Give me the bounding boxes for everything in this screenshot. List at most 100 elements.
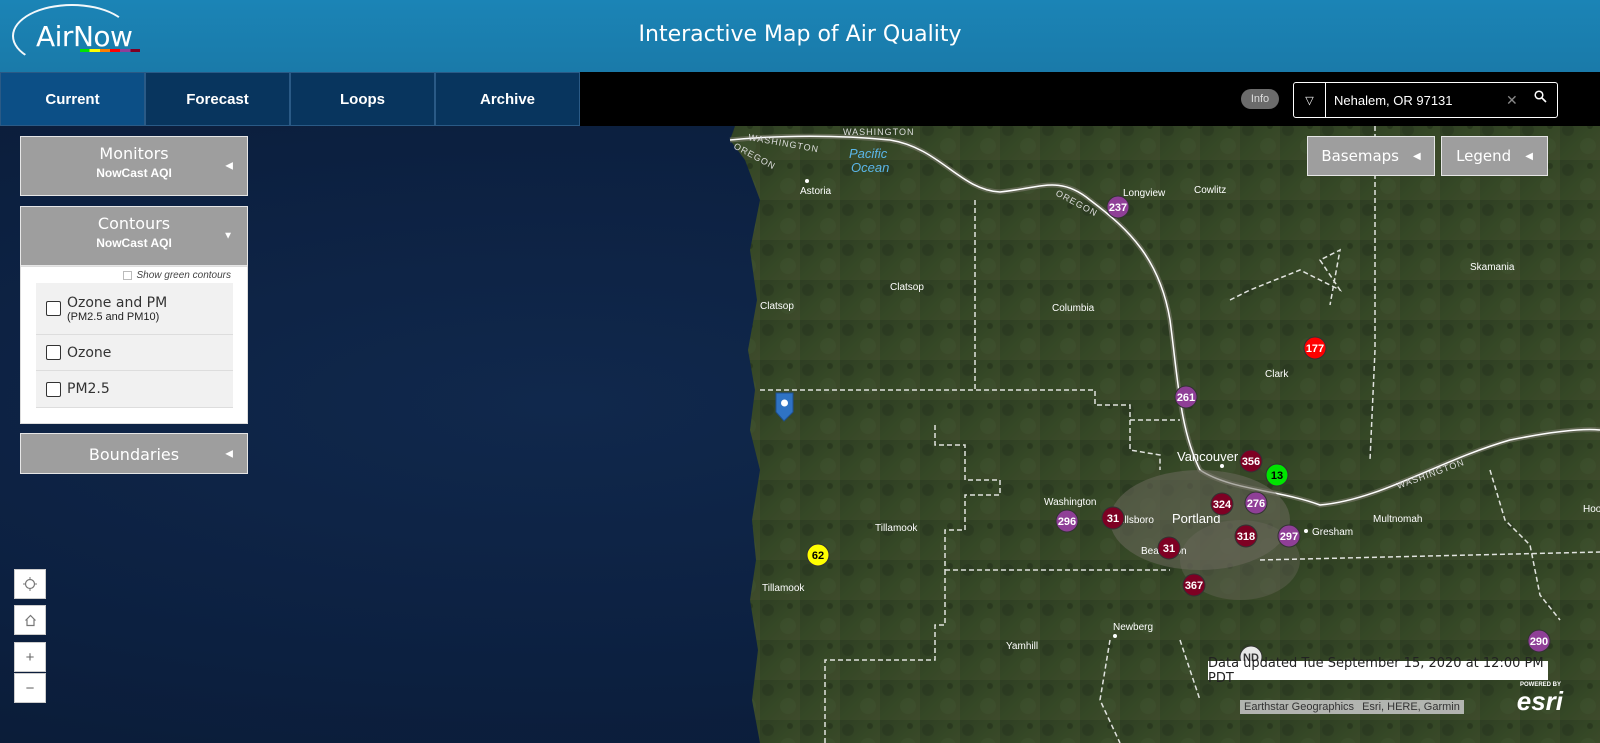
collapse-left-icon: ◀ [1525, 150, 1533, 162]
label-vancouver: Vancouver [1177, 449, 1239, 464]
ozone-checkbox[interactable] [46, 345, 61, 360]
search-dropdown-button[interactable]: ▽ [1294, 83, 1326, 117]
svg-text:367: 367 [1185, 580, 1203, 592]
tab-current[interactable]: Current [0, 72, 145, 126]
crosshair-icon [23, 577, 37, 591]
home-button[interactable] [14, 605, 46, 635]
collapse-left-icon: ◀ [225, 160, 233, 172]
legend-button[interactable]: Legend ◀ [1441, 136, 1548, 176]
show-green-contours-option[interactable]: Show green contours [123, 270, 231, 281]
monitor-marker[interactable]: 237 [1106, 195, 1130, 219]
monitor-marker[interactable]: 62 [806, 543, 830, 567]
svg-text:324: 324 [1213, 499, 1232, 511]
label-multnomah: Multnomah [1373, 514, 1422, 525]
search-input[interactable] [1334, 90, 1504, 110]
monitor-marker[interactable]: 31 [1101, 506, 1125, 530]
monitors-subtitle: NowCast AQI [96, 166, 172, 180]
label-yamhill: Yamhill [1006, 641, 1038, 652]
esri-logo[interactable]: POWERED BY esri [1503, 680, 1565, 716]
monitor-marker[interactable]: 296 [1055, 509, 1079, 533]
monitor-marker[interactable]: 318 [1234, 524, 1258, 548]
map-attribution: Earthstar Geographics Esri, HERE, Garmin [1240, 700, 1464, 714]
map-view[interactable]: WASHINGTON WASHINGTON OREGON OREGON WASH… [0, 126, 1600, 743]
contours-panel-body: Show green contours Ozone and PM (PM2.5 … [20, 266, 248, 424]
monitor-marker[interactable]: 261 [1174, 385, 1198, 409]
label-longview: Longview [1123, 188, 1166, 199]
svg-text:290: 290 [1530, 636, 1548, 648]
tab-forecast[interactable]: Forecast [145, 72, 290, 126]
monitor-marker[interactable]: 290 [1527, 629, 1551, 653]
monitor-marker[interactable]: 324 [1210, 492, 1234, 516]
monitor-marker[interactable]: 31 [1157, 536, 1181, 560]
monitor-marker[interactable]: 356 [1239, 449, 1263, 473]
label-portland: Portland [1172, 511, 1220, 526]
label-columbia: Columbia [1052, 303, 1095, 314]
contour-option-ozone[interactable]: Ozone [36, 335, 233, 371]
label-gresham: Gresham [1312, 527, 1353, 538]
tab-loops[interactable]: Loops [290, 72, 435, 126]
close-icon[interactable]: ✕ [1506, 92, 1518, 109]
label-washington-county: Washington [1044, 497, 1096, 508]
show-green-contours-label: Show green contours [136, 270, 231, 281]
contour-option-pm25[interactable]: PM2.5 [36, 371, 233, 408]
contours-subtitle: NowCast AQI [96, 236, 172, 250]
locate-button[interactable] [14, 569, 46, 599]
boundaries-panel-header[interactable]: Boundaries ◀ [20, 433, 248, 474]
svg-text:13: 13 [1271, 470, 1283, 482]
pm25-checkbox[interactable] [46, 381, 61, 397]
basemaps-button[interactable]: Basemaps ◀ [1307, 136, 1435, 176]
chevron-down-icon: ▽ [1305, 94, 1314, 107]
svg-text:261: 261 [1177, 392, 1195, 404]
label-skamania: Skamania [1470, 262, 1515, 273]
zoom-in-button[interactable]: + [14, 642, 46, 672]
search-icon[interactable] [1534, 90, 1547, 106]
svg-text:296: 296 [1058, 516, 1076, 528]
label-tillamook-city: Tillamook [762, 583, 805, 594]
label-washington-2: WASHINGTON [843, 127, 915, 137]
svg-text:318: 318 [1237, 531, 1255, 543]
location-search: ▽ ✕ [1293, 82, 1558, 118]
svg-text:356: 356 [1242, 456, 1260, 468]
legend-label: Legend [1456, 147, 1512, 165]
home-icon [24, 614, 36, 626]
label-clark: Clark [1265, 369, 1289, 380]
tab-archive[interactable]: Archive [435, 72, 580, 126]
monitor-marker[interactable]: 367 [1182, 573, 1206, 597]
show-green-contours-checkbox[interactable] [123, 271, 133, 280]
monitor-marker[interactable]: 276 [1244, 491, 1268, 515]
attribution-earthstar: Earthstar Geographics [1244, 701, 1355, 713]
info-button[interactable]: Info [1241, 89, 1279, 109]
label-pacific: Pacific [849, 146, 888, 161]
collapse-left-icon: ◀ [1412, 150, 1421, 162]
label-hood: Hoo [1583, 504, 1600, 515]
ozone-pm-sublabel: (PM2.5 and PM10) [67, 310, 160, 323]
data-updated-banner: Data updated Tue September 15, 2020 at 1… [1208, 656, 1548, 686]
svg-text:297: 297 [1280, 531, 1298, 543]
pm25-label: PM2.5 [67, 381, 110, 397]
svg-text:31: 31 [1163, 543, 1175, 555]
main-nav: Current Forecast Loops Archive Info ▽ ✕ [0, 72, 1600, 126]
svg-text:62: 62 [812, 550, 824, 562]
zoom-out-button[interactable]: − [14, 673, 46, 703]
label-clatsop-2: Clatsop [890, 282, 924, 293]
ozone-label: Ozone [67, 344, 112, 361]
contours-panel-header[interactable]: Contours NowCast AQI ▼ [20, 206, 248, 266]
contour-option-ozone-pm[interactable]: Ozone and PM (PM2.5 and PM10) [36, 283, 233, 335]
app-header: AirNow Interactive Map of Air Quality [0, 0, 1600, 72]
ozone-pm-label: Ozone and PM [67, 294, 168, 311]
label-astoria: Astoria [800, 186, 832, 197]
svg-text:31: 31 [1107, 513, 1119, 525]
svg-text:276: 276 [1247, 498, 1265, 510]
monitor-marker[interactable]: 177 [1303, 336, 1327, 360]
monitor-marker[interactable]: 13 [1265, 463, 1289, 487]
boundaries-title: Boundaries [88, 445, 180, 464]
basemaps-label: Basemaps [1321, 147, 1399, 165]
monitors-panel-header[interactable]: Monitors NowCast AQI ◀ [20, 136, 248, 196]
monitors-title: Monitors [99, 144, 169, 163]
monitor-marker[interactable]: 297 [1277, 524, 1301, 548]
label-newberg: Newberg [1113, 622, 1153, 633]
attribution-esri: Esri, HERE, Garmin [1362, 701, 1460, 713]
expand-down-icon: ▼ [223, 230, 233, 242]
ozone-pm-checkbox[interactable] [46, 301, 61, 316]
contours-title: Contours [97, 214, 171, 233]
